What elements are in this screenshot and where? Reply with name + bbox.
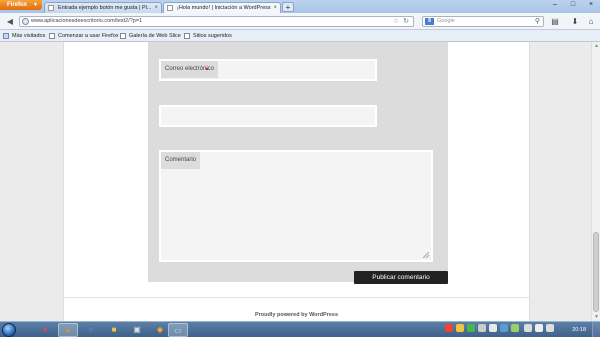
- chevron-down-icon: ▼: [33, 2, 38, 8]
- tab-label: ¡Hola mundo! | Iniciación a WordPress: [177, 5, 271, 11]
- resize-grip-icon[interactable]: [423, 252, 429, 258]
- scroll-thumb[interactable]: [593, 232, 599, 312]
- tray-cloud-icon[interactable]: [478, 324, 486, 332]
- tab-strip: Firefox ▼ Entrada ejemplo botón me gusta…: [0, 0, 600, 13]
- firefox-icon[interactable]: ●: [58, 323, 78, 337]
- submit-comment-button[interactable]: Publicar comentario: [354, 271, 448, 284]
- search-placeholder: Google: [437, 18, 455, 24]
- app-icon[interactable]: ▣: [127, 323, 147, 337]
- download-arrow-icon[interactable]: ⬇: [569, 16, 581, 27]
- bookmark-galeria[interactable]: Galería de Web Slice: [120, 30, 181, 42]
- close-icon[interactable]: ×: [273, 3, 277, 13]
- gear-icon: [3, 33, 9, 39]
- tab-entrada-ejemplo[interactable]: Entrada ejemplo botón me gusta | Pl... ×: [44, 2, 162, 13]
- bookmarks-toolbar: Más visitados Comenzar a usar Firefox Ga…: [0, 30, 600, 42]
- vertical-scrollbar[interactable]: ▲ ▼: [591, 42, 600, 321]
- tray-alert-icon[interactable]: [445, 324, 453, 332]
- tray-icon[interactable]: [511, 324, 519, 332]
- bookmark-label: Sitios sugeridos: [193, 33, 232, 39]
- start-button[interactable]: [2, 323, 16, 337]
- tray-icon[interactable]: [500, 324, 508, 332]
- firefox-menu-label: Firefox: [7, 2, 28, 8]
- search-box[interactable]: 8 Google ⚲: [422, 16, 544, 27]
- scroll-up-icon[interactable]: ▲: [592, 43, 600, 49]
- close-window-icon[interactable]: ×: [582, 0, 600, 9]
- maximize-icon[interactable]: □: [564, 0, 582, 9]
- system-clock[interactable]: 20:18: [572, 324, 586, 336]
- google-engine-icon[interactable]: 8: [425, 18, 434, 25]
- close-icon[interactable]: ×: [154, 3, 158, 13]
- media-icon[interactable]: ◆: [150, 323, 170, 337]
- minimize-icon[interactable]: –: [546, 0, 564, 9]
- network-icon[interactable]: [524, 324, 532, 332]
- comment-form: Correo electrónico Comentario: [148, 42, 448, 282]
- email-field[interactable]: Correo electrónico: [159, 59, 377, 81]
- bookmark-star-icon[interactable]: ☆: [393, 17, 399, 26]
- tab-label: Entrada ejemplo botón me gusta | Pl...: [58, 5, 152, 11]
- website-field[interactable]: [159, 105, 377, 127]
- bookmark-label: Más visitados: [12, 33, 46, 39]
- footer-divider: [64, 297, 529, 298]
- folder-icon[interactable]: ■: [104, 323, 124, 337]
- globe-icon: [22, 18, 29, 25]
- scroll-down-icon[interactable]: ▼: [592, 314, 600, 320]
- page-icon: [167, 5, 173, 11]
- home-icon[interactable]: ⌂: [585, 16, 597, 27]
- page-icon: [48, 5, 54, 11]
- back-arrow-icon[interactable]: ◀: [4, 16, 16, 27]
- new-tab-button[interactable]: +: [282, 2, 294, 12]
- tray-check-icon[interactable]: [467, 324, 475, 332]
- page-menu-icon[interactable]: ▤: [549, 16, 561, 27]
- search-icon[interactable]: ⚲: [535, 17, 540, 26]
- bookmark-sitios[interactable]: Sitios sugeridos: [184, 30, 232, 42]
- text-cursor: [206, 68, 208, 70]
- flag-icon[interactable]: [546, 324, 554, 332]
- windows-taskbar: ● ● e ■ ▣ ◆ ▭ 20:18: [0, 321, 600, 337]
- page-icon: [120, 33, 126, 39]
- email-label: Correo electrónico: [161, 61, 219, 78]
- comment-textarea[interactable]: Comentario: [159, 150, 433, 262]
- tray-app-icon[interactable]: [489, 324, 497, 332]
- volume-icon[interactable]: [535, 324, 543, 332]
- explorer-icon[interactable]: e: [81, 323, 101, 337]
- navigation-toolbar: ◀ www.aplicacionesdeescritorio.com/test2…: [0, 13, 600, 30]
- site-footer-credit[interactable]: Proudly powered by WordPress: [64, 312, 529, 318]
- tab-hola-mundo[interactable]: ¡Hola mundo! | Iniciación a WordPress ×: [163, 2, 281, 13]
- firefox-menu-button[interactable]: Firefox ▼: [0, 0, 42, 10]
- window-app-icon[interactable]: ▭: [168, 323, 188, 337]
- bookmark-label: Galería de Web Slice: [129, 33, 181, 39]
- bookmark-label: Comenzar a usar Firefox: [58, 33, 119, 39]
- chrome-icon[interactable]: ●: [35, 323, 55, 337]
- address-bar[interactable]: www.aplicacionesdeescritorio.com/test2/?…: [19, 16, 414, 27]
- url-text: www.aplicacionesdeescritorio.com/test2/?…: [31, 18, 143, 24]
- bookmark-comenzar[interactable]: Comenzar a usar Firefox: [49, 30, 119, 42]
- page-icon: [49, 33, 55, 39]
- comment-label: Comentario: [161, 152, 201, 169]
- tray-icon[interactable]: [456, 324, 464, 332]
- page-content: Correo electrónico Comentario Publicar c…: [63, 42, 530, 321]
- bookmark-mas-visitados[interactable]: Más visitados: [3, 30, 45, 42]
- plus-icon: +: [285, 3, 291, 12]
- page-icon: [184, 33, 190, 39]
- reload-icon[interactable]: ↻: [403, 17, 409, 26]
- show-desktop-button[interactable]: [592, 322, 600, 337]
